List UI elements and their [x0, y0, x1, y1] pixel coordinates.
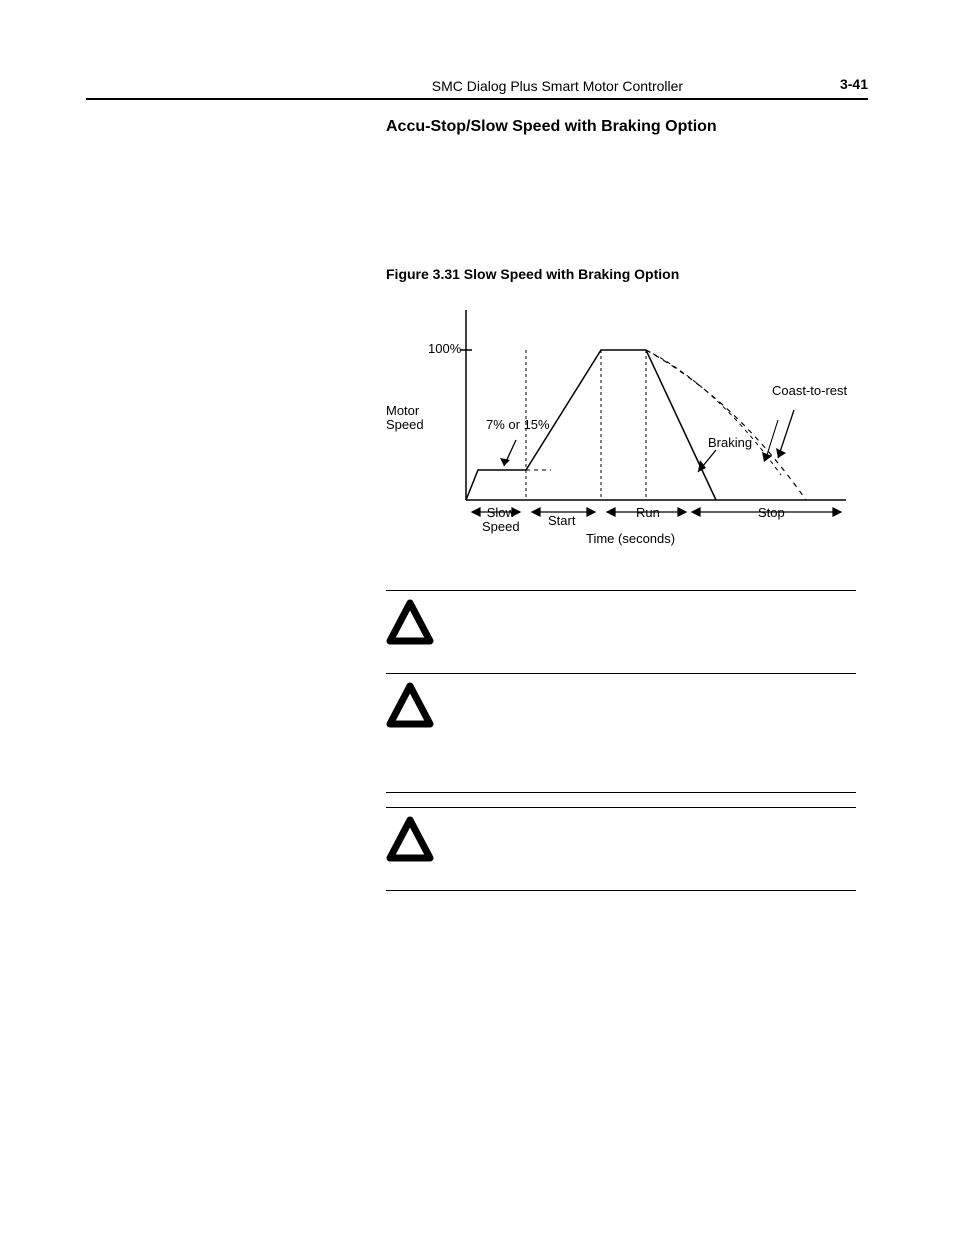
attention-block-1 — [386, 590, 856, 673]
slow-speed-value-label: 7% or 15% — [486, 418, 550, 432]
phase-run-label: Run — [636, 506, 660, 520]
page: SMC Dialog Plus Smart Motor Controller .… — [0, 0, 954, 1235]
figure-chart: 100% Motor Speed 7% or 15% Coast-to-rest… — [386, 300, 856, 560]
warning-triangle-icon — [386, 599, 434, 647]
warning-triangle-icon — [386, 682, 434, 730]
phase-stop-label: Stop — [758, 506, 785, 520]
attention-block-2 — [386, 673, 856, 792]
x-axis-label: Time (seconds) — [586, 532, 675, 546]
figure-caption: Figure 3.31 Slow Speed with Braking Opti… — [386, 266, 868, 282]
attention-blocks — [386, 590, 856, 891]
phase-start-label: Start — [548, 514, 575, 528]
section-heading: Accu-Stop/Slow Speed with Braking Option — [386, 118, 868, 136]
phase-slow-line1: Slow — [487, 505, 515, 520]
warning-triangle-icon — [386, 816, 434, 864]
phase-slow-line2: Speed — [482, 519, 520, 534]
attention-block-3 — [386, 807, 856, 891]
coast-to-rest-label: Coast-to-rest — [772, 384, 847, 398]
y-axis-label-line1: Motor — [386, 403, 419, 418]
y-tick-100: 100% — [428, 342, 461, 356]
running-header-title: SMC Dialog Plus Smart Motor Controller — [432, 78, 683, 94]
attention-block-separator — [386, 792, 856, 807]
braking-label: Braking — [708, 436, 752, 450]
y-axis-label-line2: Speed — [386, 417, 424, 432]
y-axis-label: Motor Speed — [386, 404, 424, 433]
page-number: 3-41 — [840, 76, 868, 92]
phase-slow-speed-label: Slow Speed — [482, 506, 520, 535]
